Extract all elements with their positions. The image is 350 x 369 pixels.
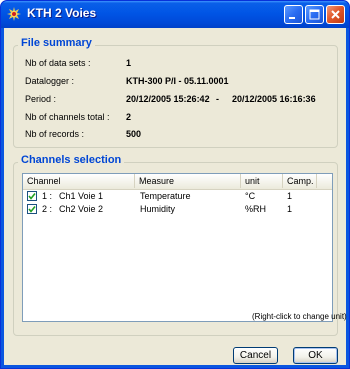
checkmark-icon (28, 193, 36, 200)
close-button[interactable] (326, 5, 345, 24)
cancel-button[interactable]: Cancel (233, 347, 278, 364)
maximize-button[interactable] (305, 5, 324, 24)
channel-1-checkbox[interactable] (27, 191, 37, 201)
period-separator: - (216, 94, 219, 104)
datalogger-label: Datalogger : (25, 76, 75, 86)
nb-data-sets-value: 1 (126, 58, 132, 68)
minimize-icon (289, 17, 295, 19)
nb-records-label: Nb of records : (25, 129, 85, 139)
title-bar[interactable]: KTH 2 Voies (1, 1, 349, 28)
channel-measure: Temperature (140, 191, 191, 201)
minimize-button[interactable] (284, 5, 303, 24)
column-header-unit[interactable]: unit (241, 174, 283, 188)
period-start-value: 20/12/2005 15:26:42 (126, 94, 210, 104)
channel-unit: %RH (245, 204, 267, 214)
period-end-value: 20/12/2005 16:16:36 (232, 94, 316, 104)
channel-number: 2 : (42, 204, 53, 214)
ok-button[interactable]: OK (293, 347, 338, 364)
channel-camp: 1 (287, 204, 293, 214)
period-label: Period : (25, 94, 57, 104)
list-item[interactable]: 2 : Ch2 Voie 2 Humidity %RH 1 (23, 203, 332, 215)
channel-name: Ch1 Voie 1 (59, 191, 104, 201)
nb-channels-label: Nb of channels total : (25, 112, 110, 122)
checkmark-icon (28, 206, 36, 213)
channel-2-checkbox[interactable] (27, 204, 37, 214)
list-header: Channel Measure unit Camp. (23, 174, 332, 190)
channels-list[interactable]: Channel Measure unit Camp. 1 : Ch1 Voie … (22, 173, 333, 322)
app-icon (7, 7, 21, 21)
file-summary-title: File summary (18, 37, 95, 49)
close-icon (331, 10, 340, 19)
channel-unit: °C (245, 191, 256, 201)
list-item[interactable]: 1 : Ch1 Voie 1 Temperature °C 1 (23, 190, 332, 202)
channels-selection-title: Channels selection (18, 154, 125, 166)
window-title: KTH 2 Voies (27, 6, 97, 20)
column-header-measure[interactable]: Measure (135, 174, 241, 188)
change-unit-hint: (Right-click to change unit) (252, 312, 347, 321)
maximize-icon (309, 9, 320, 20)
nb-channels-value: 2 (126, 112, 132, 122)
channel-measure: Humidity (140, 204, 176, 214)
column-header-camp[interactable]: Camp. (283, 174, 317, 188)
channel-name: Ch2 Voie 2 (59, 204, 104, 214)
channel-number: 1 : (42, 191, 53, 201)
dialog-body: File summary Nb of data sets : 1 Datalog… (4, 28, 347, 365)
dialog-window: KTH 2 Voies File summary Nb of data sets… (0, 0, 350, 369)
datalogger-value: KTH-300 P/I - 05.11.0001 (126, 76, 229, 86)
column-header-channel[interactable]: Channel (23, 174, 135, 188)
nb-records-value: 500 (126, 129, 142, 139)
nb-data-sets-label: Nb of data sets : (25, 58, 91, 68)
channel-camp: 1 (287, 191, 293, 201)
